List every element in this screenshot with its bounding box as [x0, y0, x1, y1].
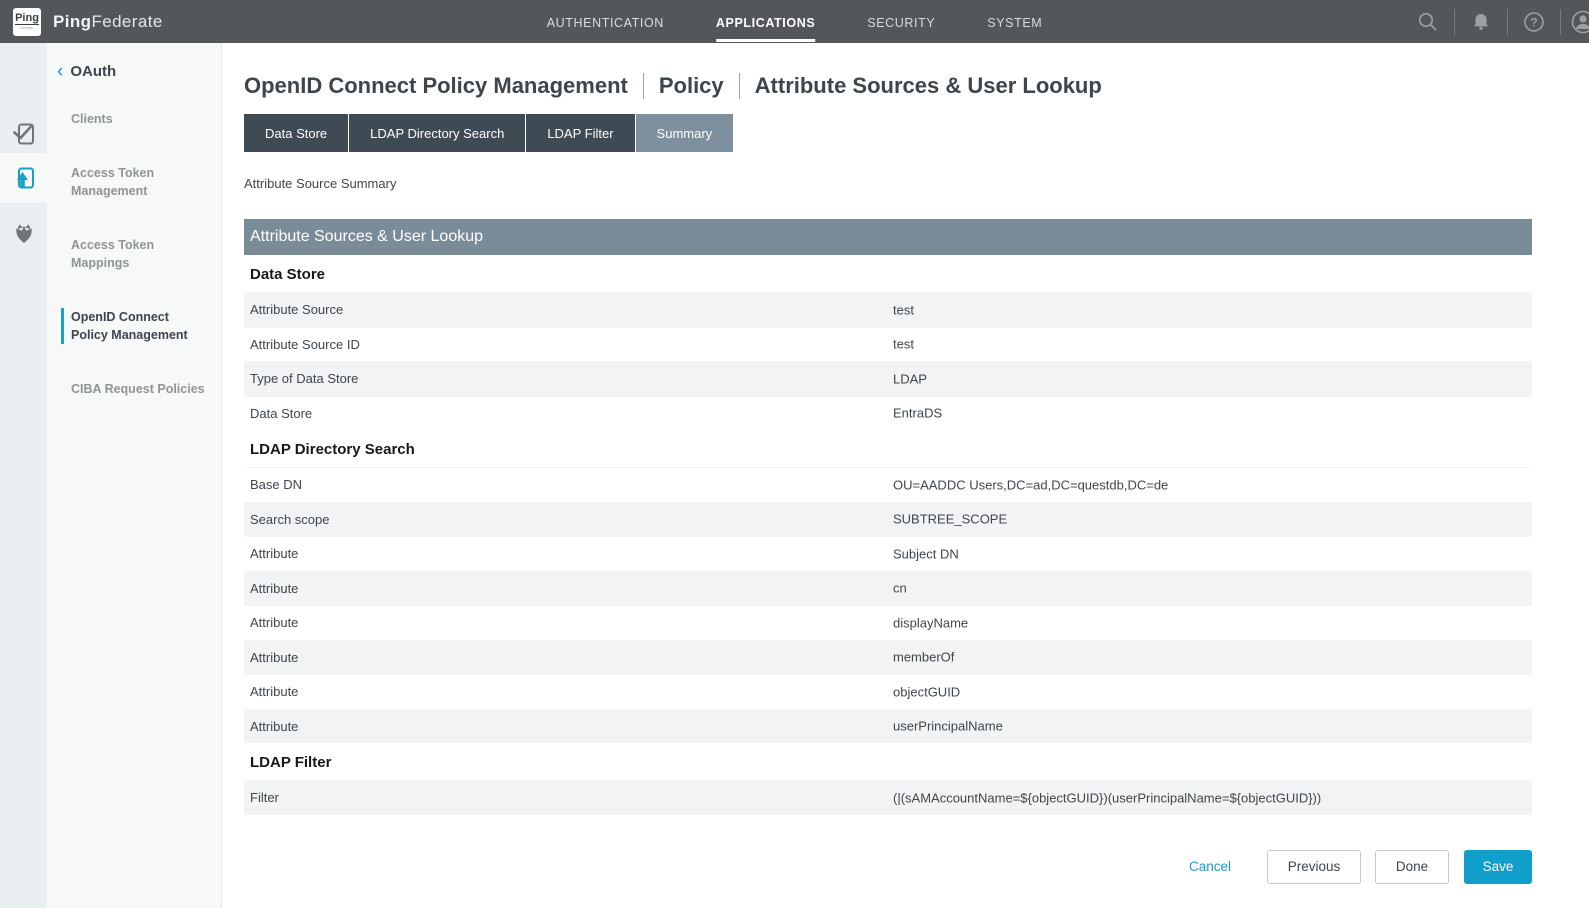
panel-header: Attribute Sources & User Lookup: [244, 219, 1532, 255]
app-title: PingFederate: [53, 12, 163, 32]
summary-panel: Attribute Sources & User Lookup Data Sto…: [244, 219, 1532, 815]
save-button[interactable]: Save: [1464, 850, 1532, 884]
tab-summary[interactable]: Summary: [636, 114, 734, 152]
row-value: userPrincipalName: [893, 719, 1003, 734]
section-heading-ldap-filter: LDAP Filter: [244, 743, 1532, 780]
summary-row: Search scope SUBTREE_SCOPE: [244, 502, 1532, 537]
row-value: memberOf: [893, 650, 954, 665]
top-icon-group: ?: [1402, 0, 1589, 43]
row-label: Base DN: [244, 477, 302, 492]
row-label: Attribute: [244, 546, 298, 561]
sidebar-item-access-token-management[interactable]: Access Token Management: [47, 164, 207, 200]
summary-description: Attribute Source Summary: [244, 176, 1589, 191]
tab-ldap-directory-search[interactable]: LDAP Directory Search: [349, 114, 525, 152]
row-label: Attribute: [244, 581, 298, 596]
pingfederate-app: Ping Identity. PingFederate AUTHENTICATI…: [0, 0, 1589, 908]
sp-connections-icon[interactable]: [0, 109, 47, 159]
ping-identity-logo[interactable]: Ping Identity.: [13, 8, 41, 36]
row-label: Attribute Source ID: [244, 337, 360, 352]
row-value: SUBTREE_SCOPE: [893, 512, 1007, 527]
row-label: Attribute: [244, 684, 298, 699]
sidebar-items: Clients Access Token Management Access Tok…: [47, 110, 222, 398]
ping-logo-text: Ping: [15, 13, 39, 25]
summary-row: Data Store EntraDS: [244, 396, 1532, 431]
summary-row: Attribute userPrincipalName: [244, 709, 1532, 744]
previous-button[interactable]: Previous: [1267, 850, 1361, 884]
row-label: Filter: [244, 790, 279, 805]
bell-icon[interactable]: [1455, 12, 1507, 32]
row-value: cn: [893, 581, 907, 596]
user-icon[interactable]: [1561, 9, 1589, 35]
sidebar: ‹ OAuth Clients Access Token Management Ac…: [0, 43, 222, 908]
applications-icon[interactable]: [0, 153, 48, 203]
row-label: Attribute: [244, 615, 298, 630]
wizard-tabs: Data StoreLDAP Directory SearchLDAP Filt…: [244, 114, 1589, 152]
section-heading-ldap-directory-search: LDAP Directory Search: [244, 430, 1532, 467]
top-nav-applications[interactable]: APPLICATIONS: [716, 2, 815, 42]
search-icon[interactable]: [1402, 11, 1454, 33]
sidebar-section-title: OAuth: [70, 63, 116, 80]
summary-row: Attribute Source ID test: [244, 327, 1532, 362]
row-label: Search scope: [244, 512, 330, 527]
summary-row: Attribute displayName: [244, 605, 1532, 640]
chevron-left-icon: ‹: [57, 65, 63, 79]
main-content: OpenID Connect Policy Management Policy At…: [223, 43, 1589, 908]
top-nav-authentication[interactable]: AUTHENTICATION: [547, 2, 664, 42]
footer-actions: Cancel Previous Done Save: [244, 850, 1532, 884]
sidebar-back-oauth[interactable]: ‹ OAuth: [57, 63, 222, 80]
summary-row: Attribute memberOf: [244, 640, 1532, 675]
breadcrumb-part-policy: Policy: [659, 73, 724, 99]
row-value: test: [893, 337, 914, 352]
tab-data-store[interactable]: Data Store: [244, 114, 348, 152]
row-value: objectGUID: [893, 684, 960, 699]
done-button[interactable]: Done: [1375, 850, 1449, 884]
row-value: EntraDS: [893, 406, 942, 421]
row-label: Attribute: [244, 650, 298, 665]
row-label: Type of Data Store: [244, 371, 358, 386]
row-value: LDAP: [893, 371, 927, 386]
row-value: Subject DN: [893, 546, 959, 561]
top-nav-bar: Ping Identity. PingFederate AUTHENTICATI…: [0, 0, 1589, 43]
summary-row: Type of Data Store LDAP: [244, 361, 1532, 396]
top-nav: AUTHENTICATION APPLICATIONS SECURITY SYSTEM: [547, 0, 1043, 43]
oauth-shield-icon[interactable]: [0, 208, 47, 258]
section-heading-data-store: Data Store: [244, 255, 1532, 292]
svg-text:?: ?: [1530, 15, 1537, 29]
breadcrumb-part-openid-connect-policy-management: OpenID Connect Policy Management: [244, 73, 628, 99]
sidebar-item-openid-connect-policy-management[interactable]: OpenID Connect Policy Management: [61, 308, 207, 344]
row-label: Data Store: [244, 406, 312, 421]
sidebar-item-access-token-mappings[interactable]: Access Token Mappings: [47, 236, 207, 272]
sidebar-item-ciba-request-policies[interactable]: CIBA Request Policies: [47, 380, 207, 398]
app-title-light: Federate: [91, 12, 162, 31]
help-icon[interactable]: ?: [1508, 11, 1560, 33]
row-label: Attribute: [244, 719, 298, 734]
breadcrumb-separator: [739, 73, 740, 99]
sidebar-menu: ‹ OAuth Clients Access Token Management Ac…: [47, 43, 222, 434]
sidebar-item-clients[interactable]: Clients: [47, 110, 207, 128]
breadcrumb-separator: [643, 73, 644, 99]
cancel-button[interactable]: Cancel: [1189, 859, 1231, 874]
sidebar-icon-rail: [0, 43, 47, 908]
top-nav-system[interactable]: SYSTEM: [987, 2, 1042, 42]
app-title-bold: Ping: [53, 12, 91, 31]
summary-row: Filter (|(sAMAccountName=${objectGUID})(u…: [244, 780, 1532, 815]
summary-row: Base DN OU=AADDC Users,DC=ad,DC=questdb,D…: [244, 467, 1532, 502]
row-value: (|(sAMAccountName=${objectGUID})(userPri…: [893, 790, 1321, 805]
row-label: Attribute Source: [244, 302, 343, 317]
summary-row: Attribute objectGUID: [244, 674, 1532, 709]
row-value: OU=AADDC Users,DC=ad,DC=questdb,DC=de: [893, 477, 1168, 492]
breadcrumb-part-attribute-sources-user-lookup: Attribute Sources & User Lookup: [755, 73, 1102, 99]
row-value: displayName: [893, 615, 968, 630]
ping-logo-subtext: Identity.: [20, 25, 34, 30]
summary-sections: Data StoreAttribute SourcetestAttribute …: [244, 255, 1532, 815]
top-nav-security[interactable]: SECURITY: [867, 2, 935, 42]
summary-row: Attribute cn: [244, 571, 1532, 606]
summary-row: Attribute Subject DN: [244, 536, 1532, 571]
row-value: test: [893, 302, 914, 317]
summary-row: Attribute Source test: [244, 292, 1532, 327]
tab-ldap-filter[interactable]: LDAP Filter: [526, 114, 634, 152]
breadcrumb: OpenID Connect Policy Management Policy At…: [244, 73, 1589, 99]
